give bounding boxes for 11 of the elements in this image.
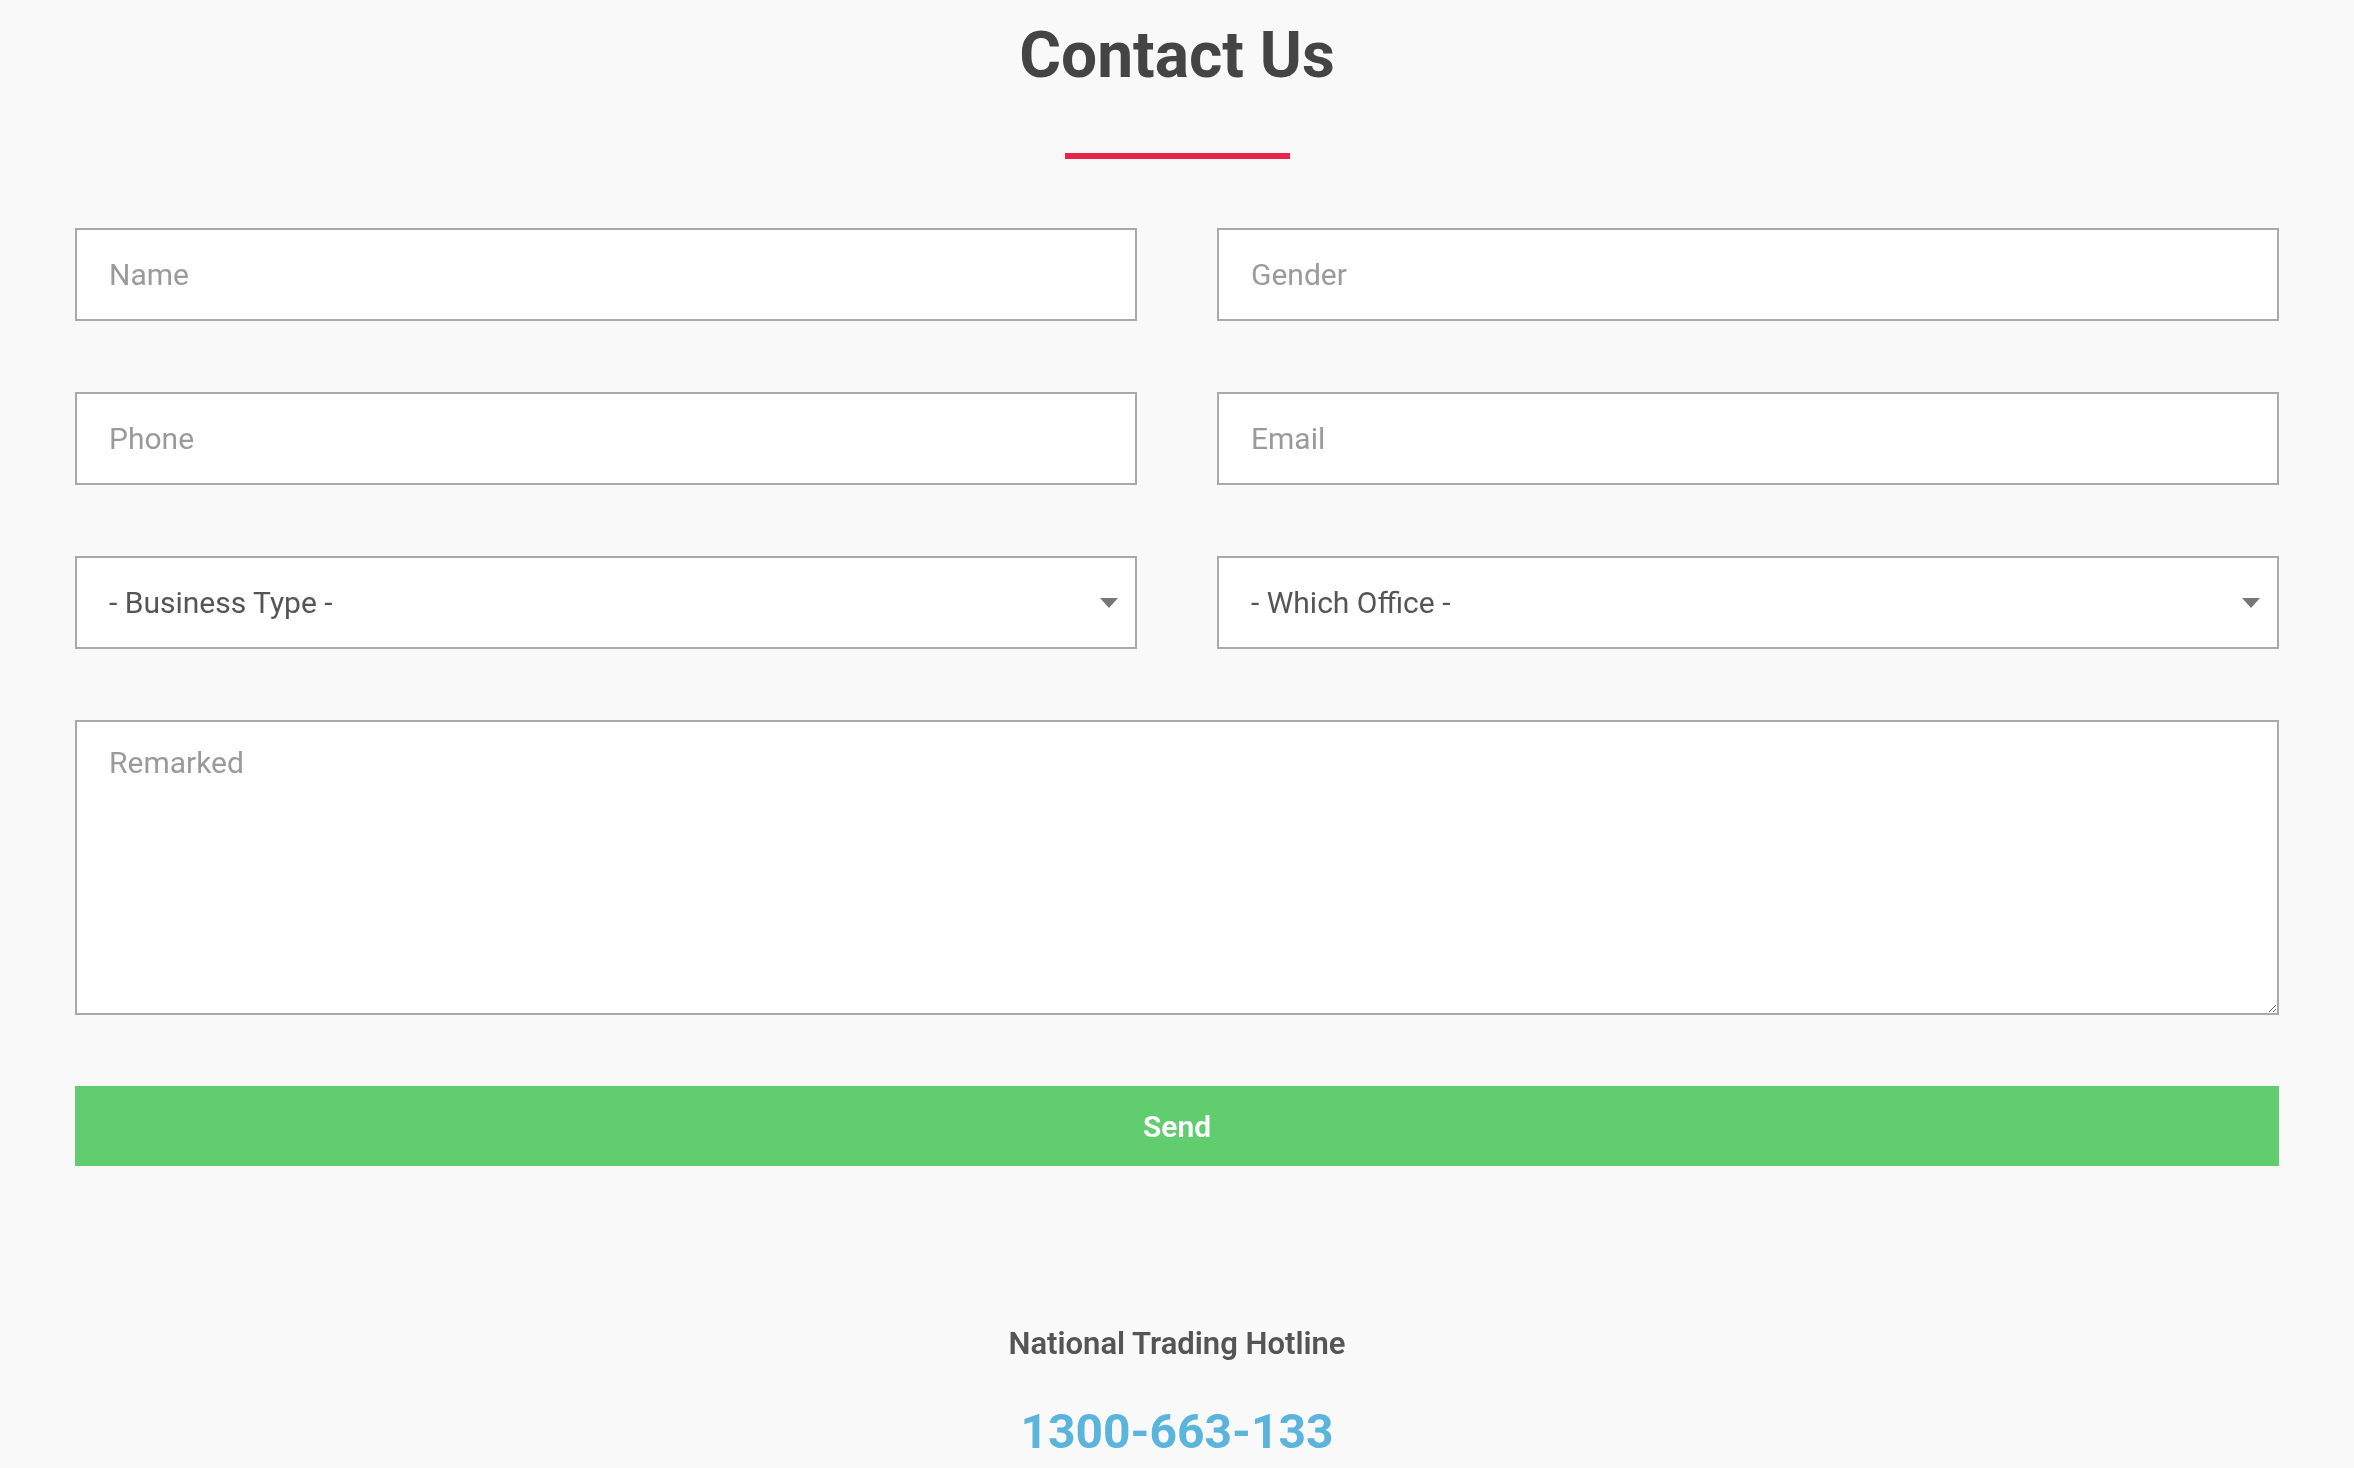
dropdown-select[interactable]: - Business Type -	[75, 556, 1137, 649]
text-input-field[interactable]: Email	[1217, 392, 2279, 485]
text-input-field[interactable]: Phone	[75, 392, 1137, 485]
text-input-field[interactable]: Gender	[1217, 228, 2279, 321]
hotline-label: National Trading Hotline	[1008, 1324, 1346, 1364]
caret-icon	[2241, 596, 2261, 609]
text-input-field[interactable]: Name	[75, 228, 1137, 321]
page-title: Contact Us	[1019, 22, 1335, 90]
dropdown-select[interactable]: - Which Office -	[1217, 556, 2279, 649]
caret-icon	[1099, 596, 1119, 609]
remarks-textarea[interactable]: Remarked	[75, 720, 2279, 1015]
